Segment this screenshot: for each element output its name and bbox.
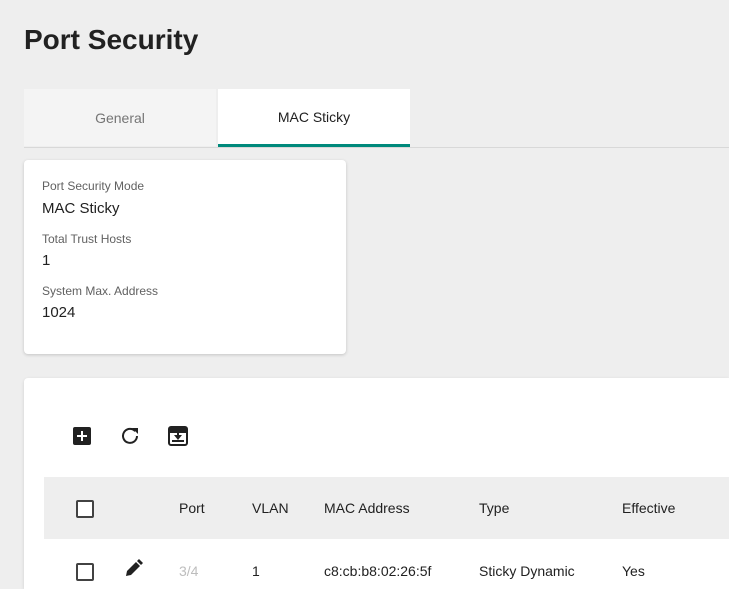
pencil-icon <box>126 559 143 576</box>
cell-type: Sticky Dynamic <box>479 563 575 579</box>
column-mac-address[interactable]: MAC Address <box>324 500 410 516</box>
refresh-icon <box>122 427 138 444</box>
row-checkbox[interactable] <box>76 563 94 581</box>
edit-button[interactable] <box>122 558 146 582</box>
add-box-icon <box>73 427 91 445</box>
download-box-icon <box>168 426 188 446</box>
tab-general-label: General <box>95 109 145 126</box>
max-value: 1024 <box>42 304 76 321</box>
column-effective[interactable]: Effective <box>622 500 675 516</box>
table-header: Port VLAN MAC Address Type Effective <box>44 477 729 539</box>
select-all-checkbox[interactable] <box>76 500 94 518</box>
export-button[interactable] <box>166 424 190 448</box>
summary-card: Port Security Mode MAC Sticky Total Trus… <box>24 160 346 354</box>
max-label: System Max. Address <box>42 284 159 298</box>
add-button[interactable] <box>70 424 94 448</box>
column-port[interactable]: Port <box>179 500 205 516</box>
page-title: Port Security <box>24 24 199 55</box>
cell-effective: Yes <box>622 563 645 579</box>
cell-mac-address: c8:cb:b8:02:26:5f <box>324 563 432 579</box>
column-type[interactable]: Type <box>479 500 509 516</box>
tab-mac-sticky-label: MAC Sticky <box>277 108 351 125</box>
tab-bar: General MAC Sticky <box>24 89 729 148</box>
tab-general[interactable]: General <box>24 89 216 146</box>
column-vlan[interactable]: VLAN <box>252 500 289 516</box>
hosts-label: Total Trust Hosts <box>42 232 132 246</box>
mode-label: Port Security Mode <box>42 179 145 193</box>
hosts-value: 1 <box>42 252 51 269</box>
cell-vlan: 1 <box>252 563 260 579</box>
tab-mac-sticky[interactable]: MAC Sticky <box>218 89 410 147</box>
refresh-button[interactable] <box>118 424 142 448</box>
cell-port: 3/4 <box>179 563 199 579</box>
mode-value: MAC Sticky <box>42 200 120 217</box>
